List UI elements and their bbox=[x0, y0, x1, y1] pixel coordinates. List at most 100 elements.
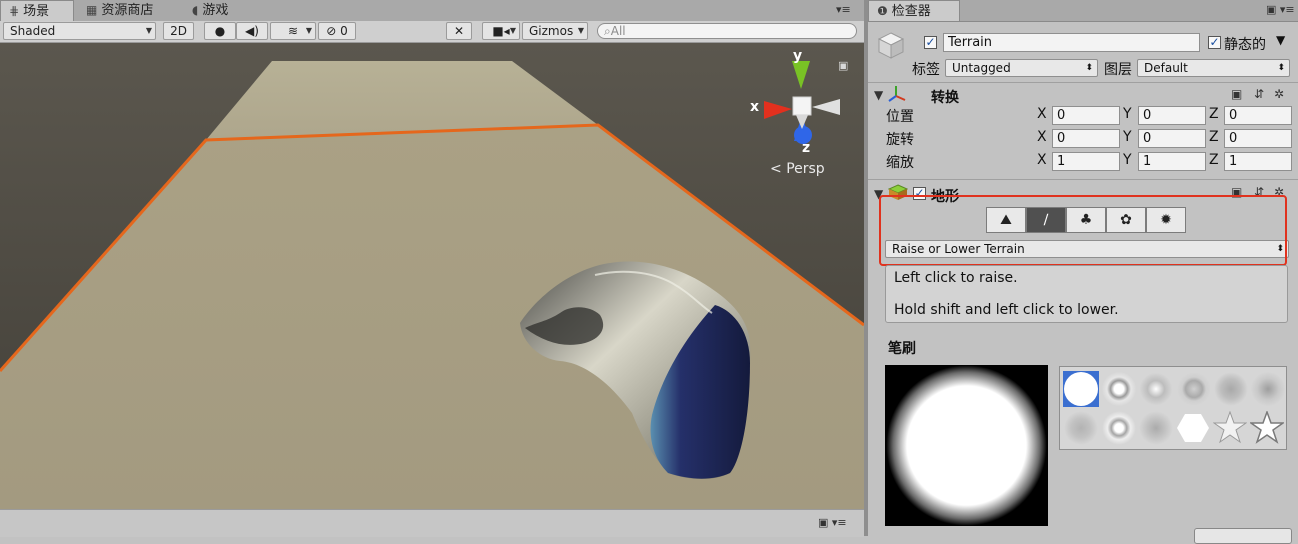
camera-dropdown[interactable]: ■◂ ▼ bbox=[482, 22, 520, 40]
audio-toggle-button[interactable]: ◀) bbox=[236, 22, 268, 40]
inspector-pane: ❶ 检查器 ▣ ▾≡ ✓ Terrain ✓ 静态的 ▼ 标签 Untagged ⬍… bbox=[868, 0, 1298, 544]
new-brush-button[interactable] bbox=[1194, 528, 1292, 544]
pane-lock-menu-icon[interactable]: ▣ ▾≡ bbox=[818, 516, 847, 529]
axis-z-label[interactable]: Z bbox=[1209, 106, 1219, 122]
static-dropdown-arrow-icon[interactable]: ▼ bbox=[1276, 33, 1285, 47]
position-x-field[interactable]: 0 bbox=[1052, 106, 1120, 125]
help-line-raise: Left click to raise. bbox=[894, 270, 1018, 286]
hidden-objects-toggle[interactable]: ⊘ 0 bbox=[318, 22, 356, 40]
rotation-z-field[interactable]: 0 bbox=[1224, 129, 1292, 148]
position-z-field[interactable]: 0 bbox=[1224, 106, 1292, 125]
tab-scene[interactable]: ⋕ 场景 bbox=[0, 0, 74, 21]
tab-asset-store[interactable]: ▦ 资源商店 bbox=[78, 0, 174, 21]
layer-dropdown[interactable]: Default ⬍ bbox=[1137, 59, 1290, 77]
brushes-label: 笔刷 bbox=[888, 341, 916, 357]
rotation-x-field[interactable]: 0 bbox=[1052, 129, 1120, 148]
lighting-toggle-button[interactable]: ● bbox=[204, 22, 236, 40]
transform-header[interactable]: ▼ 转换 ▣ ⇵ ✲ bbox=[868, 82, 1298, 107]
layers-icon: ≋ bbox=[287, 24, 299, 38]
axis-z-label[interactable]: Z bbox=[1209, 152, 1219, 168]
shading-mode-dropdown[interactable]: Shaded ▼ bbox=[3, 22, 156, 40]
brush-selection-grid[interactable] bbox=[1059, 366, 1287, 450]
tools-button[interactable]: ✕ bbox=[446, 22, 472, 40]
axis-x-label[interactable]: X bbox=[1037, 106, 1047, 122]
inspector-lock-menu-icon[interactable]: ▣ ▾≡ bbox=[1266, 3, 1295, 16]
axis-x-label[interactable]: X bbox=[1037, 129, 1047, 145]
axis-y-label[interactable]: Y bbox=[1123, 129, 1132, 145]
brush-soft-round[interactable] bbox=[1139, 372, 1173, 406]
presets-icon[interactable]: ⇵ bbox=[1254, 87, 1264, 101]
pane-menu-icon[interactable]: ▾≡ bbox=[836, 3, 851, 16]
gizmo-y-cone bbox=[792, 61, 810, 89]
scale-z-field[interactable]: 1 bbox=[1224, 152, 1292, 171]
gamepad-icon: ◖ bbox=[192, 3, 199, 17]
gizmo-center-cube bbox=[792, 96, 812, 116]
gizmo-neg-x-cone bbox=[812, 99, 840, 115]
lock-icon[interactable]: ▣ bbox=[838, 59, 848, 72]
brush-hard-round[interactable] bbox=[1064, 372, 1098, 406]
grid-icon: ⋕ bbox=[9, 4, 20, 18]
gameobject-cube-icon bbox=[876, 30, 906, 60]
brush-cloud[interactable] bbox=[1177, 372, 1211, 406]
brush-preview bbox=[885, 365, 1048, 526]
brush-grass[interactable] bbox=[1064, 411, 1098, 445]
tag-dropdown[interactable]: Untagged ⬍ bbox=[945, 59, 1098, 77]
dropdown-arrow-icon: ▼ bbox=[577, 26, 584, 35]
search-icon: ⌕ bbox=[604, 24, 611, 38]
axis-x-label[interactable]: X bbox=[1037, 152, 1047, 168]
lightbulb-icon: ● bbox=[214, 24, 226, 38]
tab-inspector[interactable]: ❶ 检查器 bbox=[868, 0, 960, 21]
axis-y-label[interactable]: Y bbox=[1123, 106, 1132, 122]
tag-label: 标签 bbox=[912, 62, 940, 78]
brush-soft-star[interactable] bbox=[1212, 410, 1248, 445]
gear-icon[interactable]: ✲ bbox=[1274, 87, 1284, 101]
updown-arrow-icon: ⬍ bbox=[1277, 63, 1285, 73]
gizmo-label-z: z bbox=[802, 140, 811, 156]
dropdown-arrow-icon: ▼ bbox=[509, 26, 516, 35]
chevron-left-icon: < bbox=[770, 161, 782, 177]
help-book-icon[interactable]: ▣ bbox=[1231, 87, 1242, 101]
brush-star-outline[interactable] bbox=[1248, 409, 1286, 445]
highlight-annotation bbox=[879, 195, 1287, 266]
position-label: 位置 bbox=[886, 109, 914, 125]
static-label: 静态的 bbox=[1224, 37, 1266, 53]
scene-render bbox=[0, 43, 864, 509]
tab-game[interactable]: ◖ 游戏 bbox=[184, 0, 254, 21]
position-y-field[interactable]: 0 bbox=[1138, 106, 1206, 125]
camera-icon: ■◂ bbox=[492, 24, 510, 38]
dropdown-arrow-icon: ▼ bbox=[305, 26, 312, 35]
brush-noise[interactable] bbox=[1251, 372, 1285, 406]
info-icon: ❶ bbox=[877, 4, 888, 18]
static-checkbox[interactable]: ✓ bbox=[1208, 36, 1221, 49]
brush-hexagon[interactable] bbox=[1176, 411, 1210, 445]
toggle-2d-button[interactable]: 2D bbox=[163, 22, 194, 40]
scene-viewport[interactable]: y x z < Persp ▣ bbox=[0, 43, 864, 509]
foldout-arrow-icon[interactable]: ▼ bbox=[874, 88, 883, 102]
gizmo-label-y: y bbox=[793, 48, 803, 64]
gizmos-dropdown[interactable]: Gizmos ▼ bbox=[522, 22, 588, 40]
gizmo-x-cone bbox=[764, 101, 792, 119]
scale-y-field[interactable]: 1 bbox=[1138, 152, 1206, 171]
brush-ring[interactable] bbox=[1102, 372, 1136, 406]
scale-label: 缩放 bbox=[886, 155, 914, 171]
updown-arrow-icon: ⬍ bbox=[1085, 63, 1093, 73]
axis-z-label[interactable]: Z bbox=[1209, 129, 1219, 145]
rotation-label: 旋转 bbox=[886, 132, 914, 148]
brush-leaves[interactable] bbox=[1139, 411, 1173, 445]
inspector-tabbar: ❶ 检查器 ▣ ▾≡ bbox=[868, 0, 1298, 22]
rotation-y-field[interactable]: 0 bbox=[1138, 129, 1206, 148]
gizmo-label-x: x bbox=[750, 99, 760, 115]
projection-toggle[interactable]: < Persp bbox=[770, 161, 825, 177]
active-checkbox[interactable]: ✓ bbox=[924, 36, 937, 49]
scene-toolbar: Shaded ▼ 2D ● ◀) ≋ ▼ ⊘ 0 ✕ ■◂ ▼ Gizmos ▼ ⌕Al… bbox=[0, 21, 864, 43]
object-name-field[interactable]: Terrain bbox=[943, 33, 1200, 52]
effects-dropdown[interactable]: ≋ ▼ bbox=[270, 22, 316, 40]
dropdown-arrow-icon: ▼ bbox=[145, 26, 152, 35]
brush-splatter[interactable] bbox=[1214, 372, 1248, 406]
store-icon: ▦ bbox=[86, 3, 98, 17]
axis-y-label[interactable]: Y bbox=[1123, 152, 1132, 168]
scene-search-input[interactable]: ⌕All bbox=[597, 23, 857, 39]
scale-x-field[interactable]: 1 bbox=[1052, 152, 1120, 171]
terrain-help-box: Left click to raise. Hold shift and left… bbox=[885, 265, 1288, 323]
brush-flower[interactable] bbox=[1102, 411, 1136, 445]
